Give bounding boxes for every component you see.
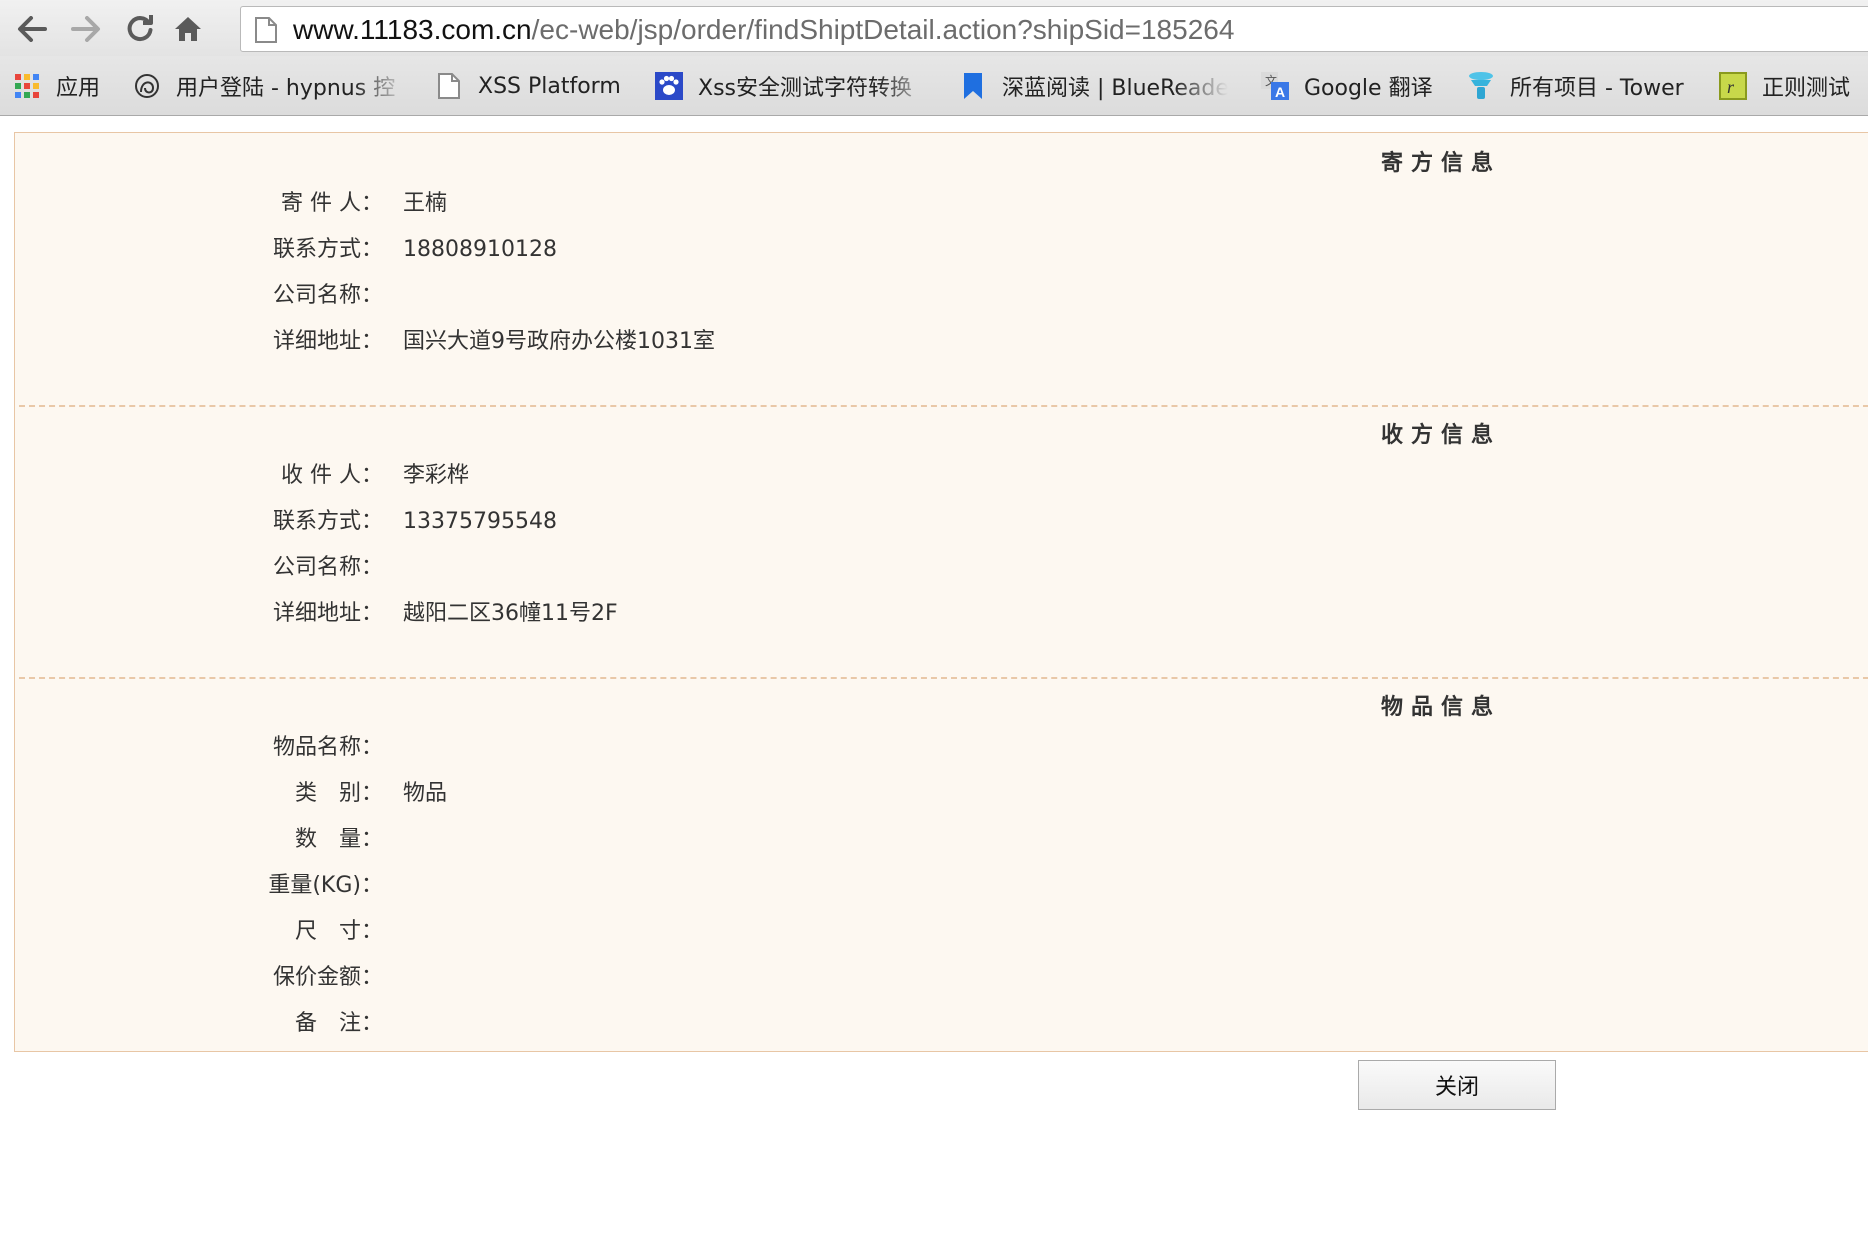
browser-toolbar: www.11183.com.cn/ec-web/jsp/order/findSh…: [0, 0, 1868, 56]
bookmark-label: 应用: [56, 76, 101, 101]
bookmarks-bar: 应用 用户登陆 - hypnus 控 XSS Platform Xss安全测试字…: [0, 56, 1868, 116]
bookmark-bluereader[interactable]: 深蓝阅读 | BlueReade: [958, 69, 1228, 103]
shipment-detail-panel: 寄方信息 寄 件 人： 王楠 联系方式： 18808910128 公司名称： 详…: [14, 132, 1868, 1052]
field-label: 寄 件 人：: [281, 191, 383, 216]
field-row: 寄 件 人： 王楠: [15, 187, 1868, 221]
tower-icon: [1466, 71, 1496, 101]
field-label: 尺 寸：: [294, 919, 383, 944]
field-row: 备 注：: [15, 1007, 1868, 1041]
back-arrow-icon: [18, 16, 47, 42]
url-text: www.11183.com.cn/ec-web/jsp/order/findSh…: [293, 15, 1234, 45]
bookmark-label: 所有项目 - Tower: [1510, 76, 1684, 101]
section-divider: [19, 405, 1868, 407]
bookmark-label: XSS Platform: [478, 73, 621, 99]
field-label: 收 件 人：: [281, 463, 383, 488]
field-label: 备 注：: [294, 1011, 383, 1036]
address-bar[interactable]: www.11183.com.cn/ec-web/jsp/order/findSh…: [240, 6, 1868, 52]
bookmark-label: 深蓝阅读 | BlueReade: [1002, 76, 1228, 101]
home-icon: [175, 17, 201, 41]
forward-arrow-icon: [71, 16, 100, 42]
regex-icon: r: [1718, 71, 1748, 101]
field-value: 13375795548: [403, 509, 557, 534]
field-row: 公司名称：: [15, 551, 1868, 585]
field-value: 王楠: [403, 191, 448, 216]
home-button[interactable]: [168, 9, 208, 49]
svg-text:A: A: [1275, 84, 1285, 100]
field-label: 详细地址：: [272, 329, 383, 354]
field-label: 联系方式：: [272, 509, 383, 534]
field-label: 类 别：: [294, 781, 383, 806]
field-label: 公司名称：: [272, 555, 383, 580]
receiver-section-title: 收方信息: [1381, 423, 1502, 448]
bookmark-apps[interactable]: 应用: [12, 69, 100, 103]
hypnus-logo-icon: [132, 71, 162, 101]
sender-section-title: 寄方信息: [1381, 151, 1502, 176]
field-label: 数 量：: [294, 827, 383, 852]
bookmark-label: Xss安全测试字符转换: [698, 76, 912, 101]
bookmark-xss-platform[interactable]: XSS Platform: [434, 69, 621, 103]
bookmark-hypnus[interactable]: 用户登陆 - hypnus 控: [132, 69, 408, 103]
field-row: 重量(KG)：: [15, 869, 1868, 903]
field-row: 公司名称：: [15, 279, 1868, 313]
field-row: 收 件 人： 李彩桦: [15, 459, 1868, 493]
field-row: 联系方式： 13375795548: [15, 505, 1868, 539]
forward-button[interactable]: [66, 9, 106, 49]
field-row: 物品名称：: [15, 731, 1868, 765]
section-divider: [19, 677, 1868, 679]
field-label: 保价金额：: [272, 965, 383, 990]
svg-text:r: r: [1727, 77, 1735, 97]
field-label: 物品名称：: [272, 735, 383, 760]
field-value: 李彩桦: [403, 463, 470, 488]
bookmark-regex[interactable]: r 正则测试: [1718, 69, 1850, 103]
field-row: 详细地址： 国兴大道9号政府办公楼1031室: [15, 325, 1868, 359]
field-row: 联系方式： 18808910128: [15, 233, 1868, 267]
blank-page-icon: [434, 71, 464, 101]
bookmark-xss-convert[interactable]: Xss安全测试字符转换: [654, 69, 934, 103]
field-value: 18808910128: [403, 237, 557, 262]
translate-icon: 文 A: [1260, 71, 1290, 101]
field-row: 保价金额：: [15, 961, 1868, 995]
field-row: 尺 寸：: [15, 915, 1868, 949]
reload-icon: [127, 15, 153, 42]
field-row: 数 量：: [15, 823, 1868, 857]
bookmark-label: 正则测试: [1762, 76, 1851, 101]
apps-grid-icon: [12, 71, 42, 101]
field-label: 重量(KG)：: [268, 873, 383, 898]
bookmark-label: 用户登陆 - hypnus 控: [176, 76, 396, 101]
field-value: 国兴大道9号政府办公楼1031室: [403, 329, 715, 354]
url-host: www.11183.com.cn: [293, 14, 532, 45]
field-label: 详细地址：: [272, 601, 383, 626]
back-button[interactable]: [12, 9, 52, 49]
goods-section-title: 物品信息: [1381, 695, 1502, 720]
field-label: 公司名称：: [272, 283, 383, 308]
paw-icon: [654, 71, 684, 101]
bookmark-google-translate[interactable]: 文 A Google 翻译: [1260, 69, 1433, 103]
page-icon: [255, 17, 277, 43]
bookmark-ribbon-icon: [958, 71, 988, 101]
field-value: 越阳二区36幢11号2F: [403, 601, 618, 626]
close-button[interactable]: 关闭: [1358, 1060, 1556, 1110]
field-row: 类 别： 物品: [15, 777, 1868, 811]
bookmark-label: Google 翻译: [1304, 76, 1433, 101]
field-label: 联系方式：: [272, 237, 383, 262]
field-row: 详细地址： 越阳二区36幢11号2F: [15, 597, 1868, 631]
reload-button[interactable]: [120, 9, 160, 49]
bookmark-tower[interactable]: 所有项目 - Tower: [1466, 69, 1684, 103]
url-path: /ec-web/jsp/order/findShiptDetail.action…: [531, 14, 1235, 45]
field-value: 物品: [403, 781, 448, 806]
